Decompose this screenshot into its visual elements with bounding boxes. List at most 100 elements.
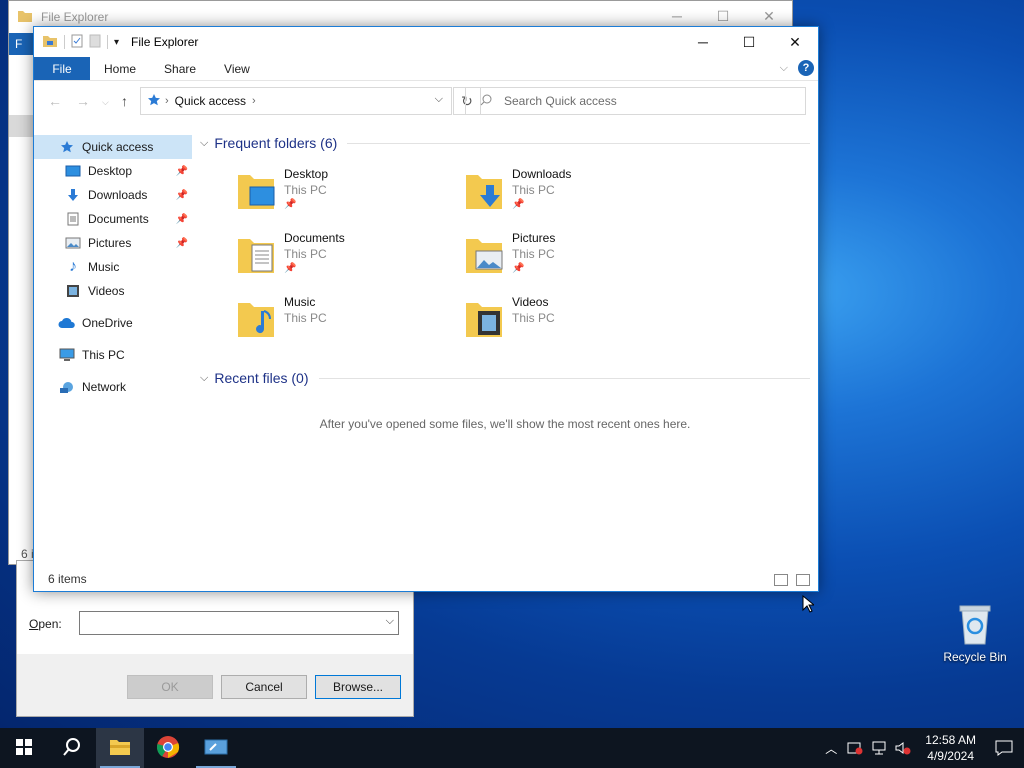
pin-icon: 📌	[512, 199, 525, 210]
sidebar-item-downloads[interactable]: Downloads 📌	[34, 183, 192, 207]
clock[interactable]: 12:58 AM 4/9/2024	[925, 732, 976, 764]
pin-icon[interactable]: 📌	[176, 190, 188, 201]
pin-icon: 📌	[284, 199, 297, 210]
sidebar-item-documents[interactable]: Documents 📌	[34, 207, 192, 231]
address-location[interactable]: Quick access	[175, 94, 246, 108]
folder-tile-music[interactable]: Music This PC	[236, 295, 456, 351]
status-bar: 6 items	[34, 567, 818, 591]
folder-tile-downloads[interactable]: Downloads This PC 📌	[464, 167, 684, 223]
sidebar-item-label: Videos	[88, 284, 125, 298]
address-dropdown-icon[interactable]: ⌵	[435, 93, 443, 106]
forward-arrow-icon[interactable]: →	[76, 93, 90, 109]
tab-share[interactable]: Share	[150, 57, 210, 80]
sidebar-item-pictures[interactable]: Pictures 📌	[34, 231, 192, 255]
sidebar-item-onedrive[interactable]: OneDrive	[34, 311, 192, 335]
breadcrumb-chevron-icon[interactable]: ›	[252, 95, 256, 107]
sidebar-item-desktop[interactable]: Desktop 📌	[34, 159, 192, 183]
pin-icon[interactable]: 📌	[176, 214, 188, 225]
back-arrow-icon[interactable]: ←	[48, 93, 62, 109]
browse-button[interactable]: Browse...	[315, 675, 401, 699]
folder-icon	[464, 171, 504, 211]
new-folder-icon[interactable]	[89, 34, 101, 51]
up-arrow-icon[interactable]: ↑	[121, 93, 128, 109]
open-combobox[interactable]: ⌵	[79, 611, 399, 635]
sidebar-item-this-pc[interactable]: This PC	[34, 343, 192, 367]
pin-icon: 📌	[284, 263, 297, 274]
volume-muted-icon[interactable]	[891, 741, 915, 755]
sidebar-item-network[interactable]: Network	[34, 375, 192, 399]
ok-button[interactable]: OK	[127, 675, 213, 699]
properties-icon[interactable]	[71, 34, 83, 51]
details-view-icon[interactable]	[774, 574, 788, 586]
recent-locations-icon[interactable]: ⌵	[102, 97, 109, 108]
pin-icon[interactable]: 📌	[176, 166, 188, 177]
recycle-bin-desktop-icon[interactable]: Recycle Bin	[940, 600, 1010, 664]
folder-tile-documents[interactable]: Documents This PC 📌	[236, 231, 456, 287]
notification-center-icon[interactable]	[984, 740, 1024, 756]
close-icon[interactable]: ✕	[772, 27, 818, 57]
mouse-cursor-icon	[802, 594, 816, 613]
frequent-folders-header[interactable]: ⌵ Frequent folders (6)	[200, 135, 810, 151]
folder-location: This PC	[512, 183, 555, 197]
recycle-bin-label: Recycle Bin	[943, 650, 1007, 664]
folder-location: This PC	[512, 311, 555, 325]
sidebar-item-music[interactable]: ♪ Music	[34, 255, 192, 279]
folder-tile-videos[interactable]: Videos This PC	[464, 295, 684, 351]
folder-name: Downloads	[512, 167, 572, 181]
tab-file[interactable]: File	[34, 57, 90, 80]
pin-icon: 📌	[512, 263, 525, 274]
customize-toolbar-dropdown-icon[interactable]: ▾	[114, 37, 119, 48]
start-button[interactable]	[0, 728, 48, 768]
tab-view[interactable]: View	[210, 57, 264, 80]
folder-tile-pictures[interactable]: Pictures This PC 📌	[464, 231, 684, 287]
collapse-chevron-icon[interactable]: ⌵	[200, 137, 208, 150]
large-icons-view-icon[interactable]	[796, 574, 810, 586]
sidebar-item-videos[interactable]: Videos	[34, 279, 192, 303]
sidebar-item-label: Documents	[88, 212, 149, 226]
taskbar-file-explorer[interactable]	[96, 728, 144, 768]
minimize-icon[interactable]: ─	[680, 27, 726, 57]
folder-location: This PC	[512, 247, 555, 261]
window-title: File Explorer	[131, 35, 199, 49]
title-bar[interactable]: ▾ File Explorer ─ ☐ ✕	[34, 27, 818, 57]
search-button[interactable]	[48, 728, 96, 768]
security-alert-icon[interactable]	[843, 741, 867, 755]
pin-icon[interactable]: 📌	[176, 238, 188, 249]
recycle-bin-icon	[957, 602, 993, 646]
folder-icon	[464, 299, 504, 339]
search-icon	[480, 94, 492, 109]
recent-files-empty-message: After you've opened some files, we'll sh…	[319, 417, 691, 431]
taskbar-chrome[interactable]	[144, 728, 192, 768]
search-box[interactable]: Search Quick access	[465, 87, 806, 115]
folder-name: Videos	[512, 295, 549, 309]
video-icon	[64, 283, 82, 299]
search-placeholder: Search Quick access	[504, 94, 617, 108]
collapse-chevron-icon[interactable]: ⌵	[200, 372, 208, 385]
address-bar[interactable]: › Quick access › ⌵	[140, 87, 452, 115]
maximize-icon[interactable]: ☐	[726, 27, 772, 57]
tab-home[interactable]: Home	[90, 57, 150, 80]
file-explorer-window[interactable]: ▾ File Explorer ─ ☐ ✕ File Home Share Vi…	[33, 26, 819, 613]
desktop-icon	[64, 163, 82, 179]
recent-files-header[interactable]: ⌵ Recent files (0)	[200, 370, 810, 386]
clock-time: 12:58 AM	[925, 733, 976, 747]
expand-ribbon-icon[interactable]: ⌵	[780, 62, 788, 75]
clock-date: 4/9/2024	[927, 749, 974, 763]
cancel-button[interactable]: Cancel	[221, 675, 307, 699]
taskbar-run-app[interactable]	[192, 728, 240, 768]
sidebar-item-quick-access[interactable]: Quick access	[34, 135, 192, 159]
folder-icon	[236, 235, 276, 275]
chevron-up-icon[interactable]: ︿	[819, 740, 843, 757]
computer-icon	[58, 347, 76, 363]
folder-tile-desktop[interactable]: Desktop This PC 📌	[236, 167, 456, 223]
quick-access-toolbar: ▾	[42, 34, 119, 51]
folder-icon	[236, 171, 276, 211]
background-status: 6 i	[21, 547, 34, 561]
chevron-down-icon[interactable]: ⌵	[386, 615, 394, 628]
explorer-app-icon	[42, 34, 58, 51]
help-icon[interactable]: ?	[798, 60, 814, 76]
breadcrumb-chevron-icon[interactable]: ›	[165, 95, 169, 107]
network-status-icon[interactable]	[867, 741, 891, 755]
folder-icon	[464, 235, 504, 275]
picture-icon	[64, 235, 82, 251]
